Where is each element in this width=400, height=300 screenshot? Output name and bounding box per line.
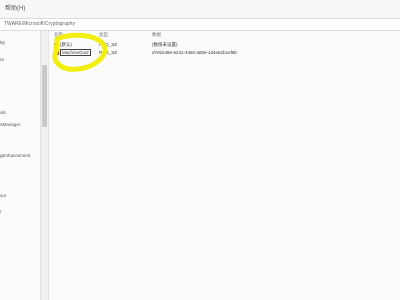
registry-tree-pane[interactable]: ttp nt ols nManager gEnhancement sor r xyxy=(0,31,40,300)
tree-item[interactable]: nt xyxy=(0,57,4,62)
value-type: REG_SZ xyxy=(99,42,118,47)
column-header-type[interactable]: 类型 xyxy=(99,31,108,39)
value-name-cell: ab MachineGuid xyxy=(54,49,91,56)
string-value-icon: ab xyxy=(54,42,59,47)
table-row[interactable]: ab MachineGuid REG_SZ d7eb248e-6241-4460-… xyxy=(50,49,400,56)
values-pane[interactable]: 名称 类型 数据 ab (默认) REG_SZ (数值未设置) ab Machine… xyxy=(50,31,400,300)
pane-splitter[interactable] xyxy=(48,31,49,300)
tree-item[interactable]: sor xyxy=(0,193,6,198)
address-path[interactable]: TWARE\Microsoft\Cryptography xyxy=(4,21,75,27)
tree-item[interactable]: gEnhancement xyxy=(0,153,30,158)
scrollbar-thumb[interactable] xyxy=(42,65,47,127)
value-data: d7eb248e-6241-4460-a80e-1d4e52b1ef6b xyxy=(152,50,237,55)
menu-help[interactable]: 帮助(H) xyxy=(5,6,25,12)
column-header-name[interactable]: 名称 xyxy=(54,31,63,39)
tree-item[interactable]: ols xyxy=(0,110,6,115)
value-name: MachineGuid xyxy=(60,49,91,56)
tree-scrollbar[interactable] xyxy=(40,31,48,300)
table-row[interactable]: ab (默认) REG_SZ (数值未设置) xyxy=(50,41,400,48)
tree-item[interactable]: r xyxy=(0,209,2,214)
column-header-data[interactable]: 数据 xyxy=(152,31,161,39)
value-name: (默认) xyxy=(60,42,72,47)
string-value-icon: ab xyxy=(54,50,59,55)
value-data: (数值未设置) xyxy=(152,42,178,47)
menu-bar: 帮助(H) xyxy=(0,0,400,18)
tree-item[interactable]: ttp xyxy=(0,40,5,45)
value-name-cell: ab (默认) xyxy=(54,41,72,48)
value-type: REG_SZ xyxy=(99,50,118,55)
tree-item[interactable]: nManager xyxy=(0,122,20,127)
address-bar[interactable]: TWARE\Microsoft\Cryptography xyxy=(0,18,400,31)
